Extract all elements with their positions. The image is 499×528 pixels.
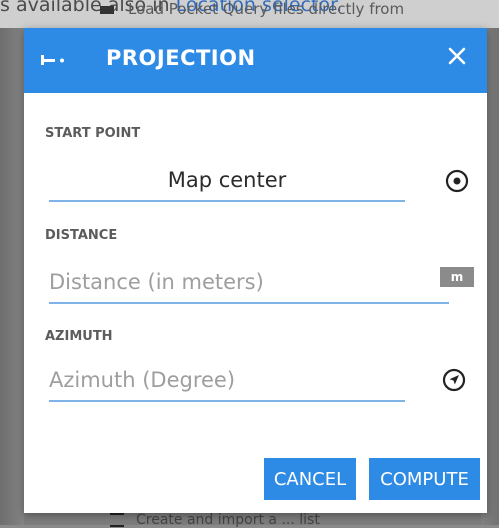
dialog-title: PROJECTION — [106, 46, 256, 70]
close-button[interactable] — [441, 42, 473, 74]
dialog-header: PROJECTION — [24, 28, 487, 93]
projection-icon — [40, 50, 70, 70]
start-point-label: START POINT — [45, 126, 141, 141]
projection-dialog: PROJECTION START POINT Map center DISTAN… — [24, 28, 487, 513]
navigation-icon[interactable] — [440, 366, 468, 394]
folder-icon — [100, 5, 114, 14]
cancel-button[interactable]: CANCEL — [264, 458, 356, 500]
unit-badge[interactable]: m — [440, 267, 474, 287]
distance-input[interactable]: Distance (in meters) — [49, 262, 449, 304]
background-list-item: Load Pocket Query files directly from — [100, 0, 404, 18]
background-list-item-bottom: Create and import a ... list — [110, 512, 320, 528]
start-point-field[interactable]: Map center — [49, 160, 405, 202]
azimuth-label: AZIMUTH — [45, 329, 113, 344]
azimuth-input[interactable]: Azimuth (Degree) — [49, 360, 405, 402]
target-icon[interactable] — [443, 167, 471, 195]
close-icon — [447, 46, 467, 70]
distance-label: DISTANCE — [45, 228, 118, 243]
compute-button[interactable]: COMPUTE — [369, 458, 480, 500]
